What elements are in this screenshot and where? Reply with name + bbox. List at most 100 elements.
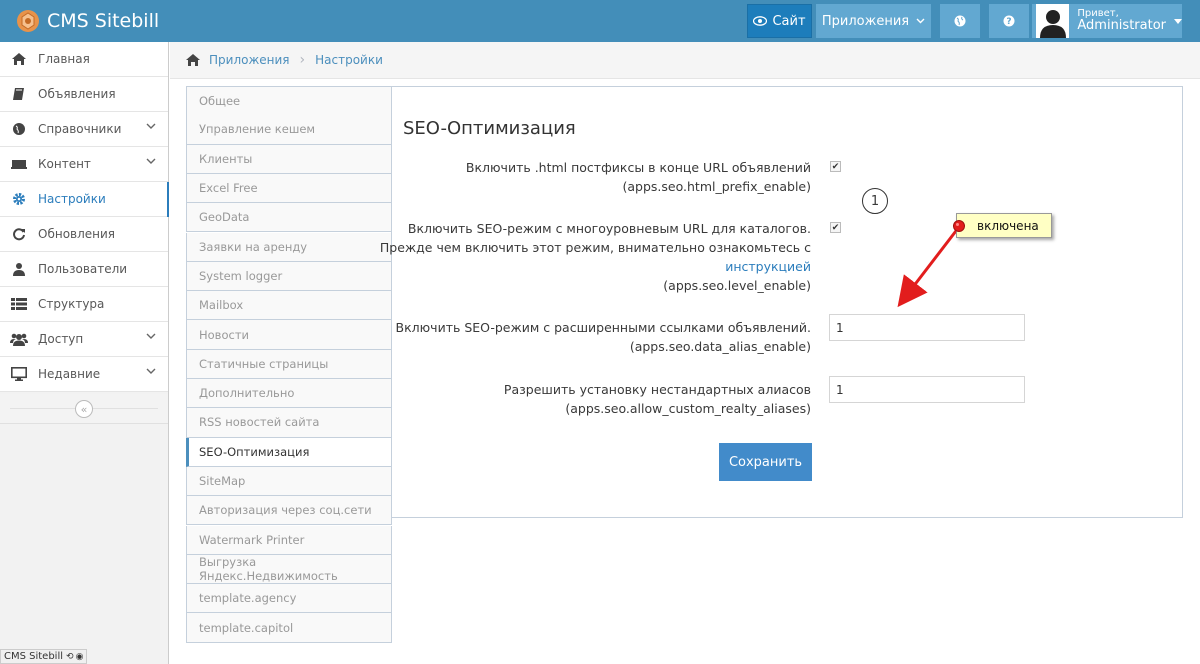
chevron-down-icon [916, 18, 925, 24]
tab-item[interactable]: Заявки на аренду [186, 232, 392, 262]
field-label-text: Включить SEO-режим с многоуровневым URL … [407, 221, 811, 236]
language-button[interactable] [940, 4, 980, 38]
panel-title: SEO-Оптимизация [403, 118, 576, 139]
field-label: Включить SEO-режим с расширенными ссылка… [396, 318, 811, 356]
sidebar-item-label: Объявления [38, 87, 116, 101]
refresh-icon [10, 225, 28, 243]
annotation-pin-icon [953, 220, 965, 232]
eye-icon: ◉ [75, 651, 84, 662]
home-icon[interactable] [185, 53, 201, 67]
user-icon [10, 260, 28, 278]
home-icon [10, 50, 28, 68]
field-key: (apps.seo.data_alias_enable) [629, 339, 811, 354]
user-silhouette-icon [1039, 10, 1066, 38]
tab-item[interactable]: Mailbox [186, 291, 392, 321]
tab-item[interactable]: Управление кешем [186, 115, 392, 145]
level-enable-checkbox[interactable]: ✔ [830, 222, 841, 233]
tab-item[interactable]: Выгрузка Яндекс.Недвижимость [186, 554, 392, 585]
sidebar-item-listings[interactable]: Объявления [0, 77, 168, 112]
tab-item[interactable]: Клиенты [186, 144, 392, 174]
sidebar-item-label: Контент [38, 157, 91, 171]
tab-item[interactable]: Статичные страницы [186, 349, 392, 379]
field-label: Разрешить установку нестандартных алиасо… [504, 380, 811, 418]
collapse-sidebar-button[interactable]: « [75, 400, 93, 418]
sidebar-item-label: Настройки [38, 192, 106, 206]
sidebar-item-label: Главная [38, 52, 90, 66]
top-navbar: CMS Sitebill Сайт Приложения ? Привет, A… [0, 0, 1200, 42]
tab-item[interactable]: SiteMap [186, 466, 392, 497]
caret-down-icon [1174, 18, 1182, 24]
sidebar-item-references[interactable]: Справочники [0, 112, 168, 147]
sidebar-item-label: Справочники [38, 122, 122, 136]
field-key: (apps.seo.allow_custom_realty_aliases) [565, 401, 811, 416]
chevron-down-icon [146, 333, 156, 339]
globe-icon [954, 15, 966, 27]
save-button[interactable]: Сохранить [719, 443, 812, 481]
sidebar-item-access[interactable]: Доступ [0, 322, 168, 357]
field-label-text: Включить SEO-режим с расширенными ссылка… [395, 320, 811, 335]
list-icon [10, 295, 28, 313]
sidebar-item-label: Обновления [38, 227, 116, 241]
tab-item[interactable]: Дополнительно [186, 379, 392, 409]
sidebar-item-recent[interactable]: Недавние [0, 357, 168, 392]
tab-item[interactable]: Общее [186, 86, 392, 116]
avatar [1036, 4, 1070, 38]
instruction-link[interactable]: инструкцией [725, 259, 811, 274]
tab-item[interactable]: SEO-Оптимизация [186, 437, 392, 467]
tab-item[interactable]: Excel Free [186, 173, 392, 204]
eye-icon [753, 16, 768, 26]
tab-item[interactable]: System logger [186, 261, 392, 292]
field-key: (apps.seo.level_enable) [663, 278, 811, 293]
tab-item[interactable]: template.agency [186, 584, 392, 614]
chevron-down-icon [146, 123, 156, 129]
footer-label: CMS Sitebill [4, 651, 64, 662]
apps-dropdown-label: Приложения [821, 13, 910, 29]
footer-badge[interactable]: CMS Sitebill ⟲ ◉ [0, 649, 87, 664]
book-icon [10, 85, 28, 103]
breadcrumb-separator: › [299, 52, 306, 68]
desktop-icon [10, 365, 28, 383]
help-button[interactable]: ? [989, 4, 1029, 38]
breadcrumb: Приложения › Настройки [170, 42, 1200, 79]
group-icon [10, 330, 28, 348]
tab-item[interactable]: Watermark Printer [186, 525, 392, 555]
tab-item[interactable]: Авторизация через соц.сети [186, 496, 392, 526]
sidebar-item-users[interactable]: Пользователи [0, 252, 168, 287]
tab-item[interactable]: template.capitol [186, 613, 392, 643]
breadcrumb-link[interactable]: Настройки [315, 53, 383, 67]
custom-aliases-input[interactable] [829, 376, 1025, 403]
field-label-text: Прежде чем включить этот режим, внимател… [379, 240, 811, 255]
sidebar-item-updates[interactable]: Обновления [0, 217, 168, 252]
brand-logo-icon [17, 10, 39, 32]
breadcrumb-link[interactable]: Приложения [209, 53, 290, 67]
sidebar-item-content[interactable]: Контент [0, 147, 168, 182]
gear-icon [10, 190, 28, 208]
annotation-note: включена [956, 213, 1052, 238]
sidebar-item-structure[interactable]: Структура [0, 287, 168, 322]
brand-title: CMS Sitebill [47, 10, 160, 32]
brand[interactable]: CMS Sitebill [15, 0, 159, 42]
chevron-down-icon [146, 368, 156, 374]
html-prefix-checkbox[interactable]: ✔ [830, 161, 841, 172]
sidebar-item-settings[interactable]: Настройки [0, 182, 169, 217]
keyboard-icon [10, 155, 28, 173]
site-button[interactable]: Сайт [747, 4, 812, 38]
globe-icon [10, 120, 28, 138]
annotation-number: 1 [862, 188, 888, 214]
chevron-down-icon [146, 158, 156, 164]
sidebar-item-home[interactable]: Главная [0, 42, 168, 77]
sidebar: Главная Объявления Справочники Контент Н… [0, 42, 169, 664]
sidebar-item-label: Недавние [38, 367, 101, 381]
sidebar-item-label: Структура [38, 297, 105, 311]
sidebar-collapse-bar: « [0, 394, 168, 424]
apps-dropdown[interactable]: Приложения [816, 4, 931, 38]
tab-item[interactable]: RSS новостей сайта [186, 408, 392, 438]
tab-item[interactable]: GeoData [186, 203, 392, 233]
svg-text:?: ? [1006, 17, 1011, 27]
tab-item[interactable]: Новости [186, 320, 392, 350]
field-label-text: Разрешить установку нестандартных алиасо… [503, 382, 811, 397]
user-menu[interactable]: Привет, Administrator [1032, 4, 1182, 38]
data-alias-enable-input[interactable] [829, 314, 1025, 341]
annotation-note-text: включена [977, 218, 1039, 233]
refresh-icon: ⟲ [66, 651, 74, 662]
